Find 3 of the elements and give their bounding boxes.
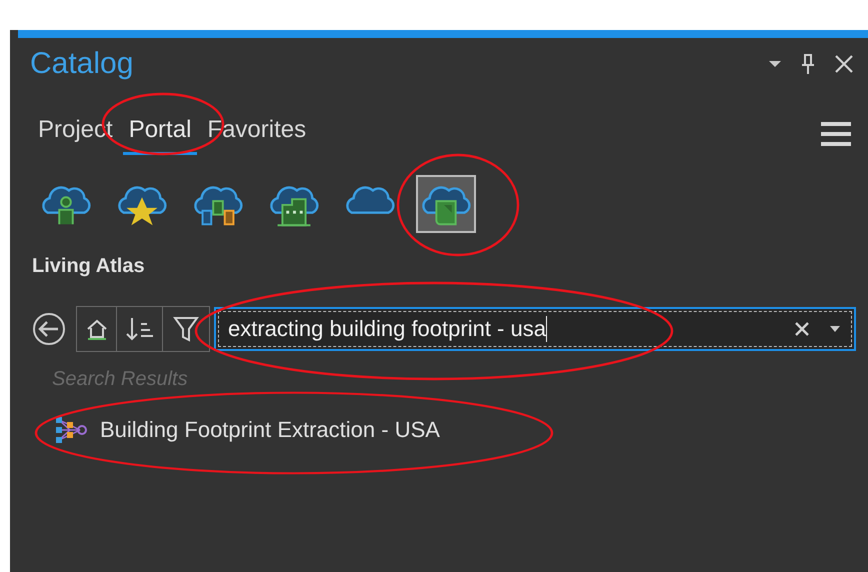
section-title: Living Atlas — [31, 254, 146, 278]
search-field[interactable]: extracting building footprint - usa — [214, 307, 856, 351]
pane-title: Catalog — [30, 47, 134, 81]
